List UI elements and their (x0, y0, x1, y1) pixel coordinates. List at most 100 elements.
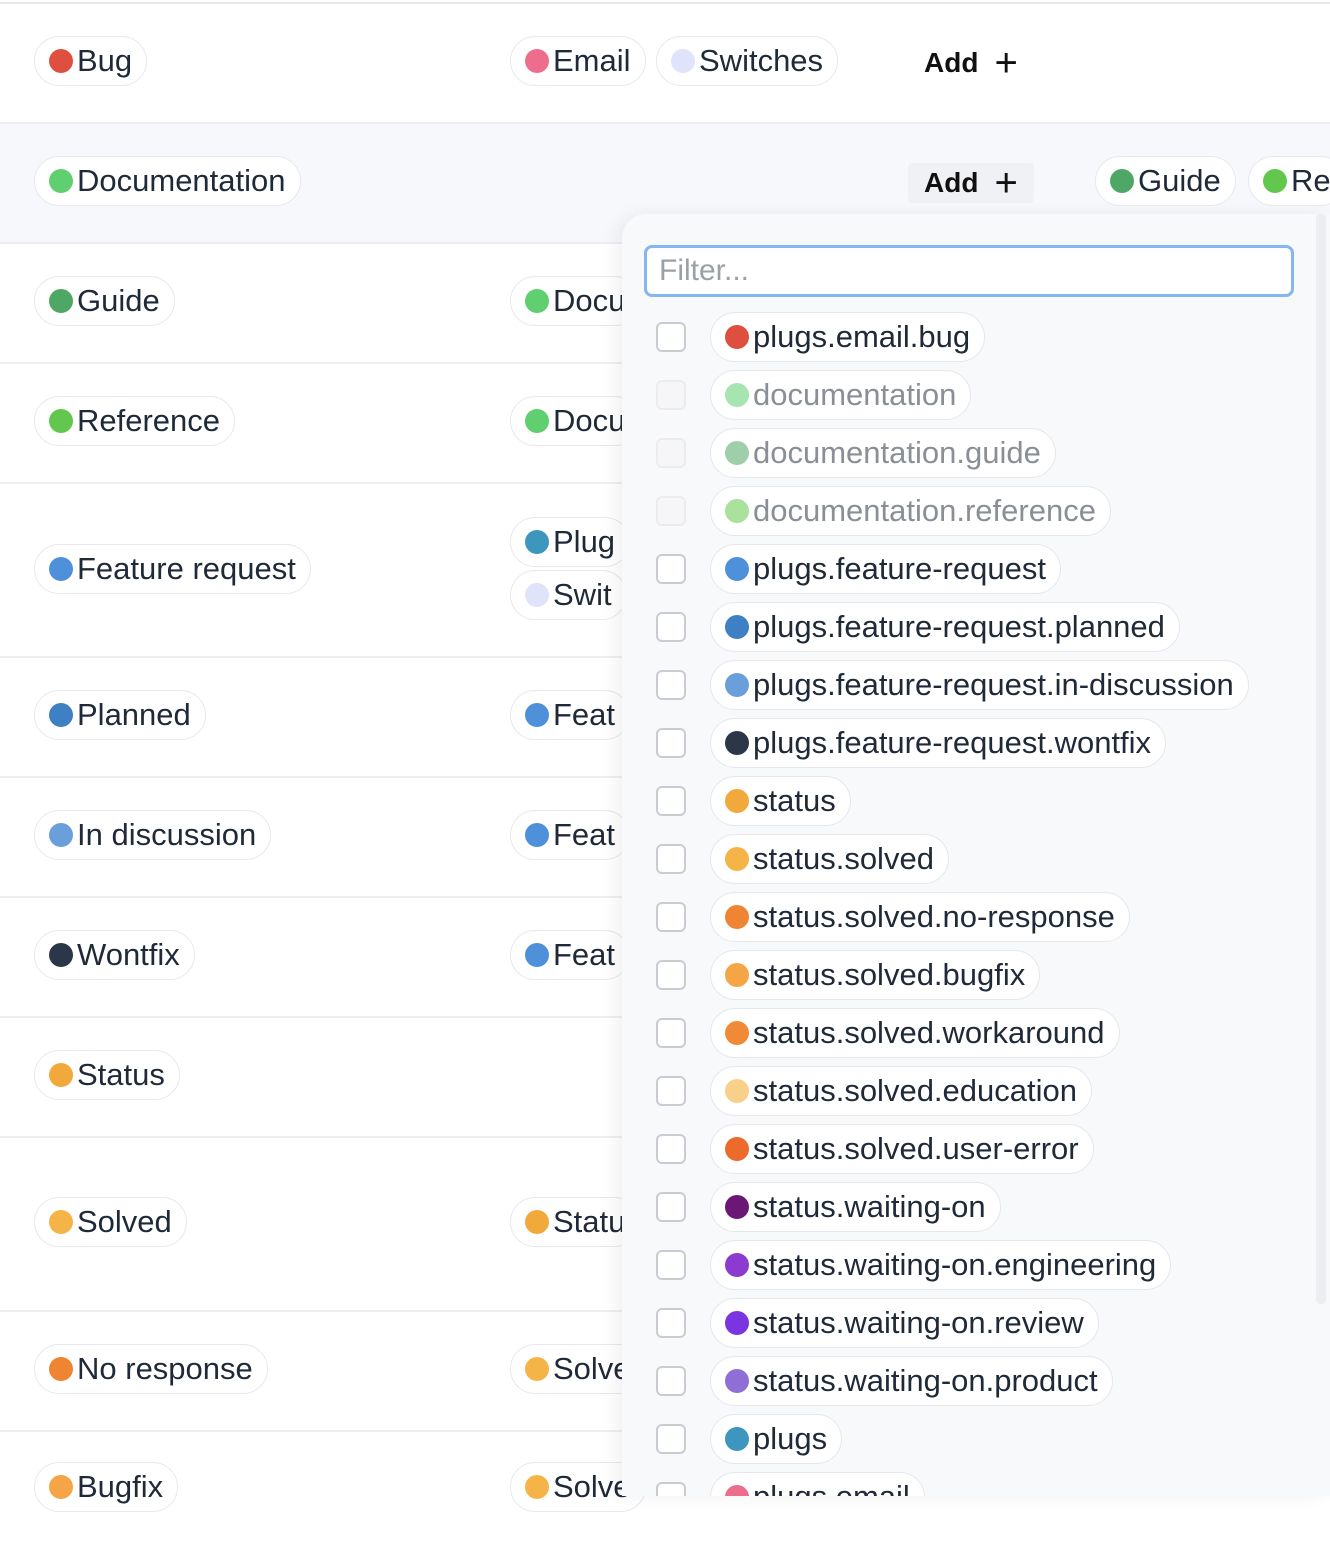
option-item[interactable]: status.solved.workaround (622, 1006, 1330, 1064)
option-pill: documentation.guide (710, 428, 1056, 478)
parent-name: Email (553, 43, 631, 78)
option-pill: documentation.reference (710, 486, 1111, 536)
option-checkbox[interactable] (656, 1134, 686, 1164)
option-item[interactable]: status.solved.education (622, 1064, 1330, 1122)
label-pill[interactable]: In discussion (34, 810, 272, 860)
option-checkbox[interactable] (656, 844, 686, 874)
label-pill[interactable]: Reference (34, 396, 236, 446)
option-checkbox[interactable] (656, 960, 686, 990)
option-item[interactable]: status.waiting-on.review (622, 1296, 1330, 1354)
option-pill: plugs.feature-request (710, 544, 1061, 594)
parent-name: Feat (553, 697, 616, 732)
option-item[interactable]: plugs.feature-request.wontfix (622, 716, 1330, 774)
option-pill: status.solved.workaround (710, 1008, 1120, 1058)
option-checkbox[interactable] (656, 786, 686, 816)
option-checkbox (656, 496, 686, 526)
color-dot (525, 703, 549, 727)
option-checkbox[interactable] (656, 1192, 686, 1222)
color-dot (49, 1475, 73, 1499)
color-dot (49, 1210, 73, 1234)
dropdown-scrollbar[interactable] (1316, 214, 1326, 1304)
option-checkbox[interactable] (656, 1482, 686, 1496)
option-item[interactable]: status.solved.bugfix (622, 948, 1330, 1006)
label-pill[interactable]: Solved (34, 1197, 187, 1247)
label-name: Guide (77, 283, 160, 318)
option-pill: documentation (710, 370, 972, 420)
parent-pill[interactable]: Feat (510, 930, 631, 980)
option-label: status.waiting-on (753, 1189, 986, 1224)
option-checkbox[interactable] (656, 728, 686, 758)
parent-pill[interactable]: Docu (510, 276, 641, 326)
option-checkbox[interactable] (656, 612, 686, 642)
option-checkbox[interactable] (656, 902, 686, 932)
option-label: plugs (753, 1421, 828, 1456)
parent-name: Feat (553, 817, 616, 852)
color-dot (49, 1063, 73, 1087)
option-item[interactable]: status (622, 774, 1330, 832)
option-checkbox[interactable] (656, 1076, 686, 1106)
option-checkbox[interactable] (656, 1424, 686, 1454)
parent-pill[interactable]: Statu (510, 1197, 641, 1247)
add-parent-button[interactable]: Add + (908, 163, 1034, 203)
option-item[interactable]: plugs.feature-request.planned (622, 600, 1330, 658)
label-pill[interactable]: Planned (34, 690, 206, 740)
color-dot (725, 1137, 749, 1161)
label-pill[interactable]: Feature request (34, 544, 311, 594)
child-pill[interactable]: Guide (1095, 156, 1236, 206)
option-item[interactable]: plugs.email.bug (622, 310, 1330, 368)
option-label: plugs.feature-request.wontfix (753, 725, 1152, 760)
color-dot (49, 409, 73, 433)
label-pill[interactable]: Status (34, 1050, 180, 1100)
option-checkbox[interactable] (656, 1366, 686, 1396)
option-item: documentation.guide (622, 426, 1330, 484)
option-item[interactable]: plugs.email (622, 1470, 1330, 1496)
option-item[interactable]: status.solved.user-error (622, 1122, 1330, 1180)
parent-pill[interactable]: Feat (510, 690, 631, 740)
parent-name: Feat (553, 937, 616, 972)
label-pill[interactable]: Documentation (34, 156, 301, 206)
child-pill[interactable]: Re (1248, 156, 1330, 206)
parent-pill[interactable]: Switches (656, 36, 839, 86)
color-dot (525, 530, 549, 554)
color-dot (525, 1475, 549, 1499)
option-checkbox[interactable] (656, 670, 686, 700)
option-checkbox[interactable] (656, 1308, 686, 1338)
parent-pill[interactable]: Plug (510, 517, 631, 567)
label-pill[interactable]: No response (34, 1344, 268, 1394)
label-pill[interactable]: Wontfix (34, 930, 195, 980)
option-item[interactable]: plugs (622, 1412, 1330, 1470)
option-item[interactable]: status.solved (622, 832, 1330, 890)
add-parent-button[interactable]: Add + (908, 43, 1034, 83)
option-item[interactable]: plugs.feature-request (622, 542, 1330, 600)
option-item[interactable]: status.waiting-on (622, 1180, 1330, 1238)
option-item[interactable]: status.solved.no-response (622, 890, 1330, 948)
parent-pill[interactable]: Docu (510, 396, 641, 446)
option-label: status.waiting-on.engineering (753, 1247, 1157, 1282)
child-name: Guide (1138, 163, 1221, 198)
option-item[interactable]: status.waiting-on.engineering (622, 1238, 1330, 1296)
label-pill[interactable]: Guide (34, 276, 175, 326)
color-dot (49, 703, 73, 727)
label-name: Feature request (77, 551, 296, 586)
color-dot (49, 1357, 73, 1381)
parent-pill[interactable]: Feat (510, 810, 631, 860)
option-item[interactable]: status.waiting-on.product (622, 1354, 1330, 1412)
color-dot (525, 1357, 549, 1381)
filter-input[interactable] (644, 245, 1294, 297)
option-checkbox[interactable] (656, 554, 686, 584)
option-label: status.solved.workaround (753, 1015, 1105, 1050)
option-checkbox[interactable] (656, 322, 686, 352)
option-pill: status.solved.no-response (710, 892, 1130, 942)
option-label: plugs.email (753, 1479, 910, 1496)
option-checkbox[interactable] (656, 1250, 686, 1280)
parent-pill[interactable]: Email (510, 36, 646, 86)
label-pill[interactable]: Bug (34, 36, 148, 86)
option-item: documentation (622, 368, 1330, 426)
color-dot (49, 49, 73, 73)
option-item[interactable]: plugs.feature-request.in-discussion (622, 658, 1330, 716)
label-pill[interactable]: Bugfix (34, 1462, 179, 1512)
option-pill: status (710, 776, 851, 826)
option-pill: status.solved.user-error (710, 1124, 1094, 1174)
option-checkbox[interactable] (656, 1018, 686, 1048)
parent-pill[interactable]: Swit (510, 570, 627, 620)
